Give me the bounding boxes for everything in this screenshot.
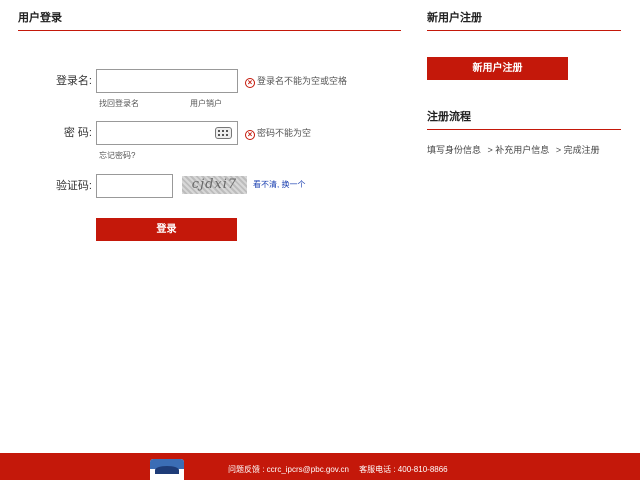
- service-phone: 客服电话 : 400-810-8866: [359, 465, 448, 474]
- captcha-image[interactable]: cjdxi7: [182, 176, 247, 194]
- password-error: × 密码不能为空: [245, 126, 311, 140]
- flow-step: > 完成注册: [555, 145, 600, 155]
- captcha-label: 验证码:: [55, 180, 92, 192]
- flow-step: > 补充用户信息: [487, 145, 550, 155]
- flow-step: 填写身份信息: [427, 145, 482, 155]
- register-title: 新用户注册: [427, 0, 621, 31]
- pbc-logo: [150, 459, 184, 480]
- username-label: 登录名:: [55, 75, 92, 87]
- footer-contact: 问题反馈 : ccrc_ipcrs@pbc.gov.cn 客服电话 : 400-…: [228, 453, 456, 480]
- register-button[interactable]: 新用户注册: [427, 57, 568, 80]
- password-label: 密 码:: [63, 127, 92, 139]
- captcha-input[interactable]: [96, 174, 173, 198]
- footer: 问题反馈 : ccrc_ipcrs@pbc.gov.cn 客服电话 : 400-…: [0, 453, 640, 480]
- retrieve-username-link[interactable]: 找回登录名: [99, 98, 139, 109]
- refresh-captcha-link[interactable]: 看不清, 换一个: [253, 176, 305, 194]
- user-cancel-link[interactable]: 用户销户: [190, 98, 222, 109]
- register-panel: 新用户注册 新用户注册 注册流程 填写身份信息 > 补充用户信息 > 完成注册: [427, 0, 621, 155]
- login-panel: 用户登录 登录名: × 登录名不能为空或空格 找回登录名 用户销户 密 码: × 密…: [18, 0, 401, 241]
- keyboard-icon[interactable]: [215, 127, 232, 139]
- feedback-email: 问题反馈 : ccrc_ipcrs@pbc.gov.cn: [228, 465, 349, 474]
- flow-title: 注册流程: [427, 99, 621, 130]
- login-button[interactable]: 登录: [96, 218, 237, 241]
- error-circle-icon: ×: [245, 78, 255, 88]
- register-flow: 填写身份信息 > 补充用户信息 > 完成注册: [427, 143, 604, 156]
- password-field[interactable]: [96, 121, 238, 145]
- error-circle-icon: ×: [245, 130, 255, 140]
- login-title: 用户登录: [18, 0, 401, 31]
- forgot-password-link[interactable]: 忘记密码?: [99, 150, 135, 161]
- username-error: × 登录名不能为空或空格: [245, 74, 347, 88]
- username-input[interactable]: [96, 69, 238, 93]
